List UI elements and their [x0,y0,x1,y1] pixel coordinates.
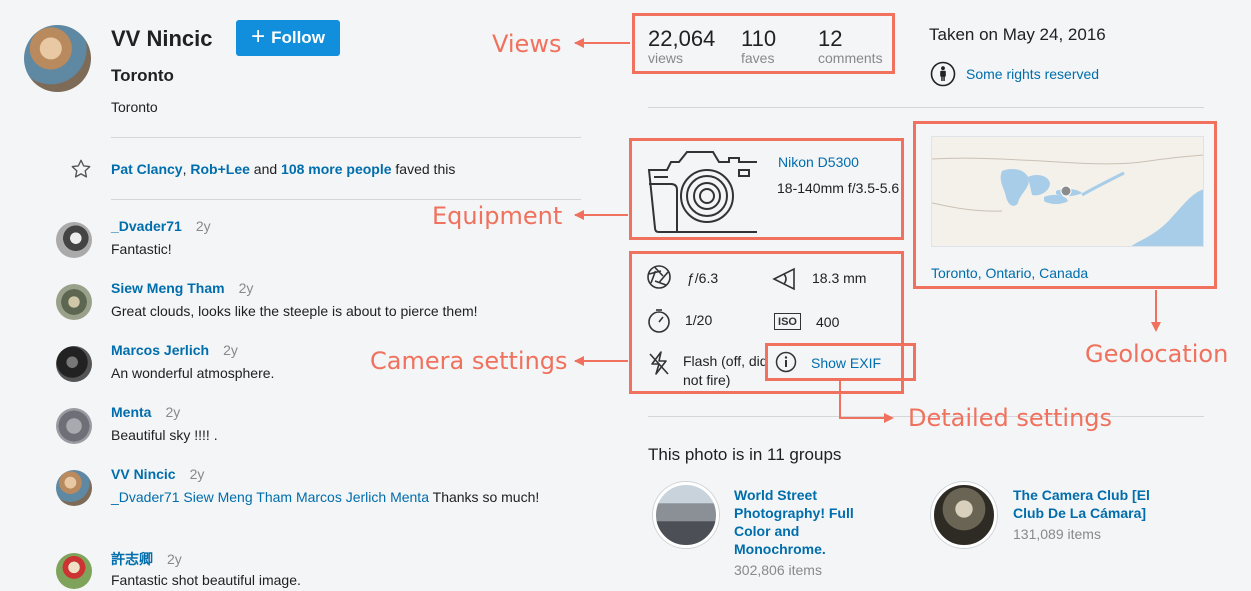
comment-text: Fantastic shot beautiful image. [111,572,301,588]
faved-more-link[interactable]: 108 more people [281,161,392,177]
divider [111,137,581,138]
group-name-link[interactable]: The Camera Club [El Club De La Cámara] [1013,486,1183,522]
stat-views: 22,064 views [648,26,715,66]
show-exif-link[interactable]: Show EXIF [811,355,881,371]
faved-row: Pat Clancy, Rob+Lee and 108 more people … [70,158,455,180]
faves-count: 110 [741,26,777,51]
owner-avatar[interactable] [24,25,91,92]
faves-label: faves [741,50,775,66]
annotation-detailed-settings: Detailed settings [908,404,1113,432]
comment-text: Beautiful sky !!!! . [111,427,218,443]
info-icon[interactable] [775,351,797,373]
owner-location-title: Toronto [111,66,174,85]
focal-length-icon [772,267,795,291]
commenter-name[interactable]: Marcos Jerlich [111,342,209,358]
groups-title: This photo is in 11 groups [648,445,842,464]
faves-and: and [253,161,278,177]
comment-text: _Dvader71 Siew Meng Tham Marcos Jerlich … [111,487,571,507]
plus-icon: + [251,23,266,50]
comments-label: comments [818,50,883,66]
geolocation-link[interactable]: Toronto, Ontario, Canada [931,265,1088,281]
owner-location: Toronto [111,99,158,115]
annotation-equipment: Equipment [432,202,563,230]
commenter-name[interactable]: Siew Meng Tham [111,280,225,296]
commenter-avatar[interactable] [56,346,92,382]
group-item-count: 302,806 items [734,562,822,578]
comment-text: Fantastic! [111,241,172,257]
group-name-link[interactable]: World Street Photography! Full Color and… [734,486,884,558]
rights-link[interactable]: Some rights reserved [966,66,1099,82]
comment-age: 2y [189,466,205,482]
follow-label: Follow [271,28,325,47]
commenter-name[interactable]: 許志卿 [111,551,153,567]
iso-value: 400 [816,314,840,330]
comment-age: 2y [238,280,254,296]
comment-text: Great clouds, looks like the steeple is … [111,303,478,319]
map-graphic [932,137,1203,246]
annotation-geolocation: Geolocation [1085,340,1229,368]
aperture-value: ƒ/6.3 [687,270,719,286]
commenter-avatar[interactable] [56,408,92,444]
commenter-avatar[interactable] [56,470,92,506]
person-license-icon [930,61,956,87]
faves-separator: , [182,161,187,177]
commenter-avatar[interactable] [56,284,92,320]
star-icon[interactable] [70,158,92,180]
faves-suffix: faved this [395,161,456,177]
views-label: views [648,50,684,66]
comments-count: 12 [818,26,843,51]
faved-user-link[interactable]: Pat Clancy [111,161,183,177]
lens-info: 18-140mm f/3.5-5.6 [777,180,900,196]
commenter-name[interactable]: Menta [111,404,151,420]
owner-name[interactable]: VV Nincic [111,26,212,52]
commenter-name[interactable]: _Dvader71 [111,218,182,234]
comment-reply-text: Thanks so much! [432,489,540,505]
divider [111,199,581,200]
group-thumbnail[interactable] [931,482,997,548]
group-item-count: 131,089 items [1013,526,1101,542]
iso-icon: ISO [774,313,801,330]
comment-age: 2y [195,218,211,234]
annotation-camera-settings: Camera settings [370,347,568,375]
flash-value: Flash (off, did not fire) [683,353,768,388]
commenter-avatar[interactable] [56,553,92,589]
aperture-icon [647,265,671,289]
camera-icon[interactable] [645,146,757,236]
stat-faves: 110 faves [741,26,776,66]
shutter-speed-value: 1/20 [685,312,713,328]
stat-comments: 12 comments [818,26,883,66]
shutter-speed-icon [648,309,670,333]
location-map[interactable] [931,136,1204,247]
commenter-avatar[interactable] [56,222,92,258]
commenter-name[interactable]: VV Nincic [111,466,176,482]
follow-button[interactable]: + Follow [236,20,340,56]
taken-date[interactable]: Taken on May 24, 2016 [929,25,1106,45]
faved-user-link[interactable]: Rob+Lee [190,161,250,177]
comment-age: 2y [167,551,182,567]
flash-off-icon [649,351,669,375]
divider [648,107,1204,108]
annotation-views: Views [492,30,562,58]
comment-age: 2y [223,342,238,358]
group-thumbnail[interactable] [653,482,719,548]
views-count: 22,064 [648,26,716,51]
comment-age: 2y [165,404,181,420]
comment-mentions[interactable]: _Dvader71 Siew Meng Tham Marcos Jerlich … [111,489,429,505]
camera-model-link[interactable]: Nikon D5300 [778,154,859,170]
focal-length-value: 18.3 mm [812,270,867,286]
